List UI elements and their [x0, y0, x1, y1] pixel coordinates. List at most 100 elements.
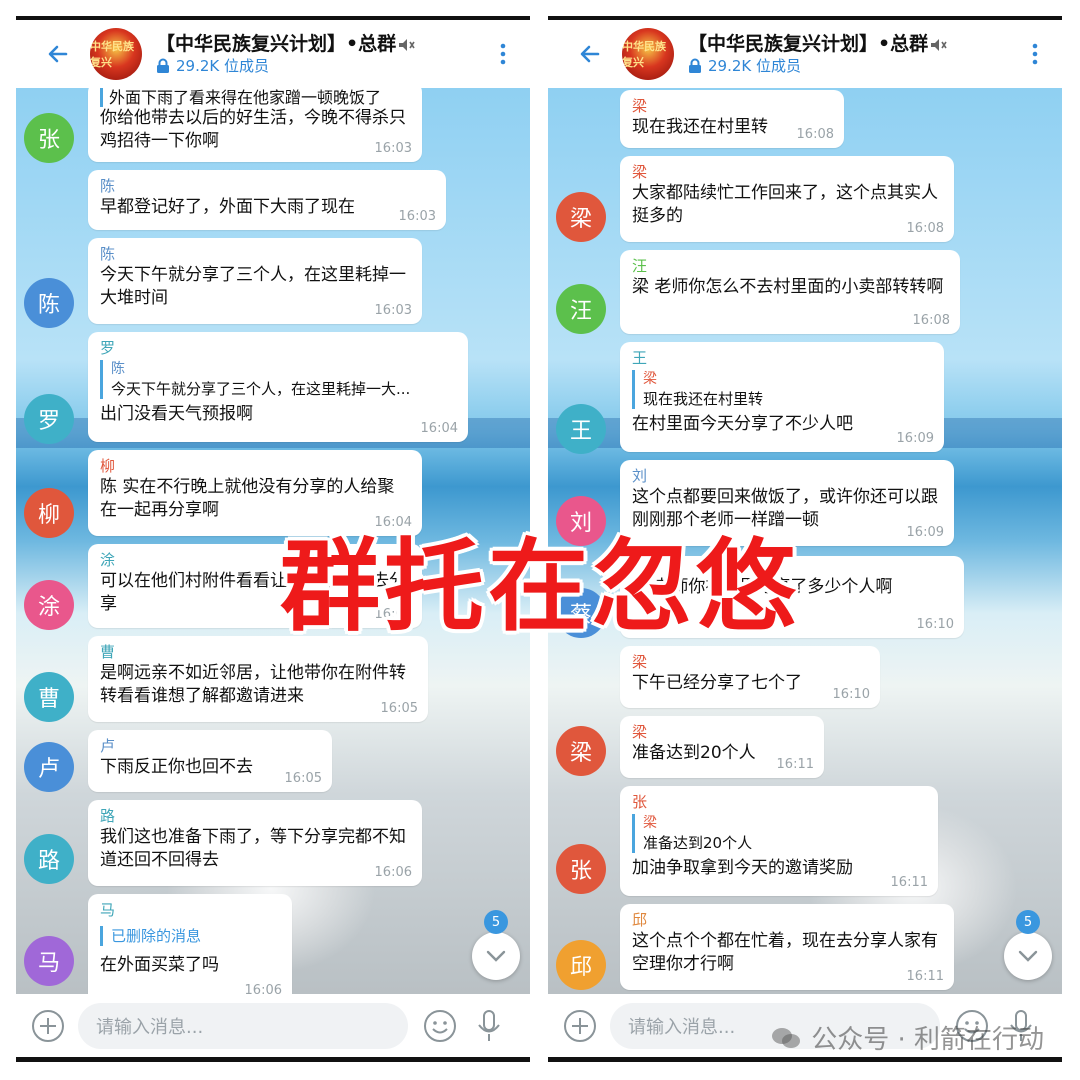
microphone-icon[interactable] [474, 1008, 504, 1044]
message-time: 16:08 [906, 221, 944, 236]
message-text: 我们这也准备下雨了，等下分享完都不知道还回不回得去 [100, 827, 406, 870]
message-text: 在村里面今天分享了不少人吧 [632, 414, 853, 434]
header-title-area[interactable]: 【中华民族复兴计划】•总群 29.2K 位成员 [156, 32, 488, 76]
avatar[interactable]: 梁 [556, 192, 606, 242]
message-bubble[interactable]: 路 我们这也准备下雨了，等下分享完都不知道还回不回得去 16:06 [88, 800, 422, 886]
scroll-to-bottom-button[interactable] [472, 932, 520, 980]
avatar[interactable]: 罗 [24, 394, 74, 444]
message-bubble[interactable]: 陈 早都登记好了，外面下大雨了现在 16:03 [88, 170, 446, 230]
quoted-message[interactable]: 梁 现在我还在村里转 [632, 370, 932, 409]
chevron-down-icon [1018, 950, 1038, 962]
sender-name[interactable]: 罗 [100, 338, 456, 358]
more-options-button[interactable] [1020, 34, 1050, 74]
attach-plus-icon[interactable] [30, 1008, 66, 1044]
sender-name[interactable]: 卢 [100, 736, 320, 756]
avatar[interactable]: 陈 [24, 278, 74, 328]
sender-name[interactable]: 路 [100, 806, 410, 826]
avatar[interactable]: 马 [24, 936, 74, 986]
chat-header: 中华民族复兴 【中华民族复兴计划】•总群 29.2K 位成员 [16, 20, 530, 88]
sender-name[interactable]: 刘 [632, 466, 942, 486]
attach-plus-icon[interactable] [562, 1008, 598, 1044]
mute-icon [399, 38, 415, 51]
message-text: 你给他带去以后的好生活，今晚不得杀只鸡招待一下你啊 [100, 108, 406, 151]
scroll-to-bottom-button[interactable] [1004, 932, 1052, 980]
message-time: 16:04 [420, 421, 458, 436]
back-arrow-icon [48, 45, 68, 63]
message-bubble[interactable]: 汪 梁 老师你怎么不去村里面的小卖部转转啊 16:08 [620, 250, 960, 334]
message-bubble[interactable]: 梁 准备达到20个人 16:11 [620, 716, 824, 778]
message-time: 16:10 [832, 687, 870, 702]
unread-badge: 5 [484, 910, 508, 934]
sender-name[interactable]: 梁 [632, 652, 868, 672]
bottom-divider [548, 1057, 1062, 1062]
quoted-message[interactable]: 梁 准备达到20个人 [632, 814, 926, 853]
avatar[interactable]: 张 [24, 113, 74, 163]
quoted-sender: 梁 [643, 815, 657, 831]
message-text: 这个点个个都在忙着，现在去分享人家有空理你才行啊 [632, 931, 938, 974]
group-title-text: 【中华民族复兴计划】•总群 [688, 33, 929, 55]
message-time: 16:11 [776, 757, 814, 772]
sender-name[interactable]: 陈 [100, 176, 434, 196]
message-text: 大家都陆续忙工作回来了，这个点其实人挺多的 [632, 183, 938, 226]
message-text: 早都登记好了，外面下大雨了现在 [100, 197, 355, 217]
message-bubble[interactable]: 邱 这个点个个都在忙着，现在去分享人家有空理你才行啊 16:11 [620, 904, 954, 990]
avatar[interactable]: 邱 [556, 940, 606, 990]
sender-name[interactable]: 柳 [100, 456, 410, 476]
message-time: 16:05 [380, 701, 418, 716]
message-bubble[interactable]: 梁 下午已经分享了七个了 16:10 [620, 646, 880, 708]
message-text: 出门没看天气预报啊 [100, 404, 253, 424]
avatar[interactable]: 张 [556, 844, 606, 894]
message-bubble[interactable]: 罗 陈 今天下午就分享了三个人，在这里耗掉一大... 出门没看天气预报啊 16:… [88, 332, 468, 442]
member-count-text: 29.2K 位成员 [176, 57, 270, 75]
message-bubble[interactable]: 马 已删除的消息 在外面买菜了吗 16:06 [88, 894, 292, 994]
sender-name[interactable]: 汪 [632, 256, 948, 276]
message-bubble[interactable]: 卢 下雨反正你也回不去 16:05 [88, 730, 332, 792]
message-bubble[interactable]: 外面下雨了看来得在他家蹭一顿晚饭了 你给他带去以后的好生活，今晚不得杀只鸡招待一… [88, 88, 422, 162]
quoted-message[interactable]: 陈 今天下午就分享了三个人，在这里耗掉一大... [100, 360, 456, 399]
message-input[interactable]: 请输入消息... [78, 1002, 408, 1049]
sender-name[interactable]: 陈 [100, 244, 410, 264]
sender-name[interactable]: 梁 [632, 96, 832, 116]
more-options-button[interactable] [488, 34, 518, 74]
back-button[interactable] [572, 36, 608, 72]
message-text: 今天下午就分享了三个人，在这里耗掉一大堆时间 [100, 265, 406, 308]
emoji-icon[interactable] [422, 1008, 458, 1044]
message-bubble[interactable]: 梁 大家都陆续忙工作回来了，这个点其实人挺多的 16:08 [620, 156, 954, 242]
avatar[interactable]: 曹 [24, 672, 74, 722]
avatar[interactable]: 卢 [24, 742, 74, 792]
back-button[interactable] [40, 36, 76, 72]
deleted-message-text: 已删除的消息 [111, 927, 202, 945]
more-vertical-icon [1032, 43, 1038, 65]
message-text: 加油争取拿到今天的邀请奖励 [632, 858, 853, 878]
member-count-text: 29.2K 位成员 [708, 57, 802, 75]
quoted-text: 今天下午就分享了三个人，在这里耗掉一大... [111, 380, 411, 398]
message-bubble[interactable]: 陈 今天下午就分享了三个人，在这里耗掉一大堆时间 16:03 [88, 238, 422, 324]
sender-name[interactable]: 梁 [632, 722, 812, 742]
avatar[interactable]: 王 [556, 404, 606, 454]
sender-name[interactable]: 梁 [632, 162, 942, 182]
quoted-message[interactable]: 已删除的消息 [100, 926, 280, 946]
sender-name[interactable]: 王 [632, 348, 932, 368]
sender-name[interactable]: 马 [100, 900, 280, 920]
avatar[interactable]: 路 [24, 834, 74, 884]
quoted-text: 现在我还在村里转 [643, 390, 764, 408]
message-bubble[interactable]: 王 梁 现在我还在村里转 在村里面今天分享了不少人吧 16:09 [620, 342, 944, 452]
chat-header: 中华民族复兴 【中华民族复兴计划】•总群 29.2K 位成员 [548, 20, 1062, 88]
message-time: 16:09 [896, 431, 934, 446]
message-time: 16:03 [398, 209, 436, 224]
group-title: 【中华民族复兴计划】•总群 [688, 32, 1020, 56]
avatar[interactable]: 梁 [556, 726, 606, 776]
message-bubble[interactable]: 张 梁 准备达到20个人 加油争取拿到今天的邀请奖励 16:11 [620, 786, 938, 896]
avatar[interactable]: 汪 [556, 284, 606, 334]
back-arrow-icon [580, 45, 600, 63]
mute-icon [931, 38, 947, 51]
sender-name[interactable]: 张 [632, 792, 926, 812]
message-time: 16:03 [374, 141, 412, 156]
group-avatar[interactable]: 中华民族复兴 [90, 28, 142, 80]
sender-name[interactable]: 邱 [632, 910, 942, 930]
message-time: 16:08 [796, 127, 834, 142]
header-title-area[interactable]: 【中华民族复兴计划】•总群 29.2K 位成员 [688, 32, 1020, 76]
message-bubble[interactable]: 梁 现在我还在村里转 16:08 [620, 90, 844, 148]
group-avatar[interactable]: 中华民族复兴 [622, 28, 674, 80]
quoted-text: 准备达到20个人 [643, 834, 753, 852]
